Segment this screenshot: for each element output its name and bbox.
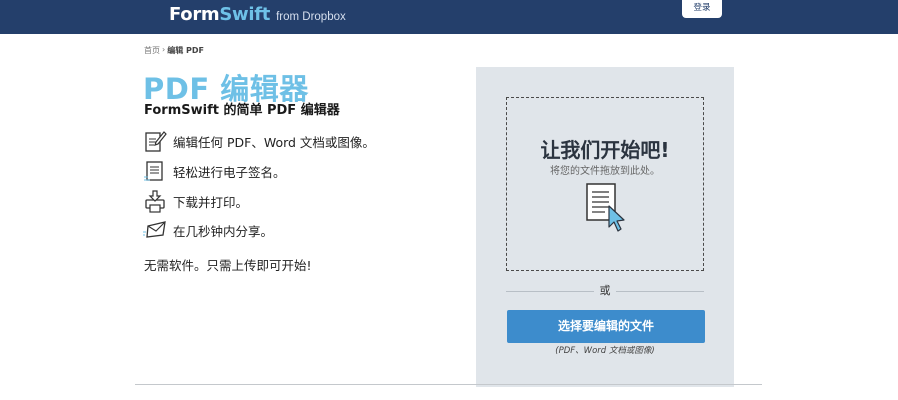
divider-line — [616, 291, 704, 292]
print-download-icon — [143, 189, 167, 213]
file-types-note: (PDF、Word 文档或图像) — [555, 346, 655, 356]
feature-item-edit: 编辑任何 PDF、Word 文档或图像。 — [143, 129, 375, 153]
logo-from-dropbox: from Dropbox — [276, 11, 346, 23]
dropzone-hint: 将您的文件拖放到此处。 — [550, 166, 660, 177]
breadcrumb-separator: › — [162, 45, 166, 54]
feature-item-signature: 轻松进行电子签名。 — [143, 159, 286, 183]
feature-text: 下载并打印。 — [173, 194, 249, 210]
dropzone-title: 让我们开始吧! — [540, 138, 670, 162]
feature-item-share: 在几秒钟内分享。 — [143, 218, 273, 242]
feature-item-print: 下载并打印。 — [143, 189, 248, 213]
send-envelope-icon — [143, 218, 167, 242]
or-divider: 或 — [506, 283, 704, 299]
feature-text: 编辑任何 PDF、Word 文档或图像。 — [173, 134, 375, 150]
feature-text: 在几秒钟内分享。 — [173, 223, 274, 239]
breadcrumb: 首页 › 编辑 PDF — [144, 45, 204, 56]
tagline: 无需软件。只需上传即可开始! — [144, 258, 312, 273]
page-subtitle: FormSwift 的简单 PDF 编辑器 — [144, 103, 340, 118]
signature-icon — [143, 159, 167, 183]
formswift-logo[interactable]: FormSwift from Dropbox — [169, 4, 346, 30]
breadcrumb-current: 编辑 PDF — [167, 46, 204, 55]
logo-wordmark: FormSwift — [169, 4, 271, 25]
choose-file-button[interactable]: 选择要编辑的文件 — [507, 310, 705, 343]
feature-text: 轻松进行电子签名。 — [173, 164, 286, 180]
upload-panel: 让我们开始吧! 将您的文件拖放到此处。 或 选择要编辑的文件 (PDF、Word… — [476, 67, 734, 387]
file-dropzone[interactable]: 让我们开始吧! 将您的文件拖放到此处。 — [506, 97, 704, 271]
login-button[interactable]: 登录 — [682, 0, 722, 18]
edit-document-icon — [143, 129, 167, 153]
document-cursor-icon — [585, 182, 629, 234]
bottom-divider — [135, 384, 762, 385]
top-navbar: FormSwift from Dropbox 登录 — [0, 0, 898, 34]
breadcrumb-home[interactable]: 首页 — [144, 45, 160, 56]
